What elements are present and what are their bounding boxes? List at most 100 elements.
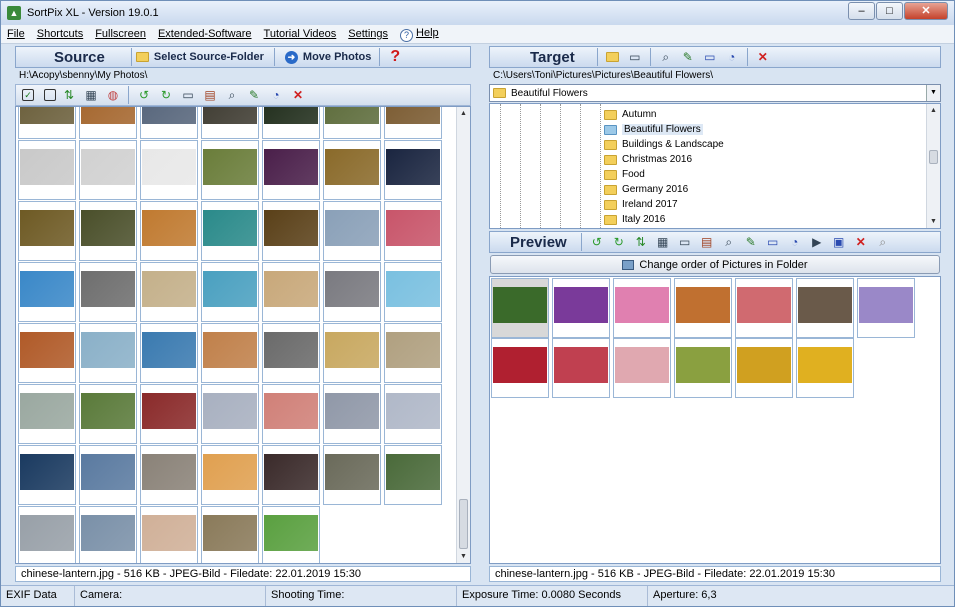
properties-icon[interactable]: ▤ — [201, 86, 219, 104]
uncheck-icon[interactable] — [44, 89, 56, 101]
rotate-left-icon[interactable]: ↺ — [135, 86, 153, 104]
preview-thumbnail[interactable] — [674, 278, 732, 338]
menu-tutorial-videos[interactable]: Tutorial Videos — [258, 28, 343, 40]
source-thumbnail[interactable] — [18, 262, 76, 322]
source-thumbnail[interactable] — [262, 201, 320, 261]
source-thumbnail[interactable] — [323, 384, 381, 444]
delete-icon[interactable]: ✕ — [754, 48, 772, 66]
source-thumbnail[interactable] — [323, 445, 381, 505]
tree-item-folder[interactable]: Italy 2016 — [604, 212, 665, 227]
preview-thumbnail[interactable] — [613, 278, 671, 338]
source-thumbnail[interactable] — [201, 107, 259, 139]
source-thumbnail[interactable] — [140, 262, 198, 322]
minimize-button[interactable]: – — [848, 2, 875, 20]
source-thumbnail[interactable] — [262, 140, 320, 200]
grid-view-icon[interactable]: ▦ — [654, 233, 672, 251]
source-thumbnail[interactable] — [18, 140, 76, 200]
menu-help[interactable]: ? Help — [394, 27, 445, 42]
source-thumbnail[interactable] — [79, 384, 137, 444]
source-thumbnail[interactable] — [384, 445, 442, 505]
preview-thumbnail[interactable] — [552, 338, 610, 398]
preview-thumbnail[interactable] — [735, 278, 793, 338]
close-button[interactable]: ✕ — [904, 2, 948, 20]
edit-icon[interactable]: ✎ — [679, 48, 697, 66]
tree-item-folder[interactable]: Christmas 2016 — [604, 152, 692, 167]
source-thumbnail[interactable] — [384, 262, 442, 322]
rename-icon[interactable]: ▭ — [179, 86, 197, 104]
refresh-icon[interactable]: ◔ — [786, 233, 804, 251]
rotate-left-icon[interactable]: ↺ — [588, 233, 606, 251]
source-thumbnail[interactable] — [79, 323, 137, 383]
tree-item-folder[interactable]: Ireland 2017 — [604, 197, 678, 212]
menu-fullscreen[interactable]: Fullscreen — [89, 28, 152, 40]
source-thumbnail[interactable] — [140, 107, 198, 139]
menu-shortcuts[interactable]: Shortcuts — [31, 28, 89, 40]
source-thumbnail[interactable] — [79, 506, 137, 563]
preview-thumbnail[interactable] — [857, 278, 915, 338]
refresh-icon[interactable]: ◔ — [723, 48, 741, 66]
scroll-down-icon[interactable]: ▼ — [457, 550, 470, 563]
search-icon[interactable]: ⌕ — [720, 233, 738, 251]
monitor-icon[interactable]: ▭ — [764, 233, 782, 251]
monitor-icon[interactable]: ▣ — [830, 233, 848, 251]
source-thumbnail[interactable] — [323, 107, 381, 139]
source-thumbnail[interactable] — [384, 323, 442, 383]
scroll-thumb[interactable] — [459, 499, 468, 549]
delete-icon[interactable]: ✕ — [852, 233, 870, 251]
sort-icon[interactable]: ⇅ — [60, 86, 78, 104]
target-folder-combo[interactable]: Beautiful Flowers ▼ — [489, 84, 941, 102]
move-photos-button[interactable]: ➜ Move Photos — [284, 50, 371, 64]
search-icon[interactable]: ⌕ — [657, 48, 675, 66]
help-question-icon[interactable]: ? — [390, 48, 400, 66]
source-thumbnail[interactable] — [262, 506, 320, 563]
source-thumbnail[interactable] — [201, 140, 259, 200]
source-thumbnail[interactable] — [140, 506, 198, 563]
preview-thumbnail[interactable] — [552, 278, 610, 338]
menu-extended-software[interactable]: Extended-Software — [152, 28, 258, 40]
rotate-right-icon[interactable]: ↻ — [157, 86, 175, 104]
source-thumbnail[interactable] — [18, 445, 76, 505]
source-thumbnail[interactable] — [140, 201, 198, 261]
edit-icon[interactable]: ✎ — [245, 86, 263, 104]
source-thumbnail[interactable] — [201, 201, 259, 261]
edit-icon[interactable]: ✎ — [742, 233, 760, 251]
grid-view-icon[interactable]: ▦ — [82, 86, 100, 104]
delete-icon[interactable]: ✕ — [289, 86, 307, 104]
source-thumbnail[interactable] — [201, 262, 259, 322]
source-thumbnail[interactable] — [140, 445, 198, 505]
source-scrollbar[interactable]: ▲ ▼ — [456, 107, 470, 563]
source-thumbnail[interactable] — [79, 262, 137, 322]
scroll-up-icon[interactable]: ▲ — [457, 107, 470, 120]
source-thumbnail[interactable] — [384, 140, 442, 200]
source-thumbnail[interactable] — [79, 201, 137, 261]
monitor-icon[interactable]: ▭ — [701, 48, 719, 66]
source-thumbnail[interactable] — [201, 506, 259, 563]
zoom-icon[interactable]: ⌕ — [874, 233, 892, 251]
tree-item-folder[interactable]: Food — [604, 167, 645, 182]
tree-item-folder[interactable]: Beautiful Flowers — [604, 122, 703, 137]
slideshow-icon[interactable]: ▶ — [808, 233, 826, 251]
search-icon[interactable]: ⌕ — [223, 86, 241, 104]
properties-icon[interactable]: ▤ — [698, 233, 716, 251]
source-thumbnail[interactable] — [79, 107, 137, 139]
source-thumbnail[interactable] — [384, 107, 442, 139]
check-all-icon[interactable]: ✓ — [22, 89, 34, 101]
source-thumbnail[interactable] — [384, 201, 442, 261]
globe-icon[interactable]: ◍ — [104, 86, 122, 104]
sort-icon[interactable]: ⇅ — [632, 233, 650, 251]
source-thumbnail[interactable] — [18, 506, 76, 563]
scroll-thumb[interactable] — [929, 150, 938, 164]
source-thumbnail[interactable] — [323, 140, 381, 200]
tree-item-folder[interactable]: Autumn — [604, 107, 656, 122]
source-thumbnail[interactable] — [262, 384, 320, 444]
source-thumbnail[interactable] — [323, 323, 381, 383]
source-thumbnail[interactable] — [262, 445, 320, 505]
tree-scrollbar[interactable]: ▲ ▼ — [926, 104, 940, 228]
source-thumbnail[interactable] — [323, 262, 381, 322]
source-thumbnail[interactable] — [79, 445, 137, 505]
preview-thumbnail[interactable] — [674, 338, 732, 398]
chevron-down-icon[interactable]: ▼ — [926, 85, 940, 101]
source-thumbnail[interactable] — [201, 384, 259, 444]
tree-item-folder[interactable]: Germany 2016 — [604, 182, 688, 197]
preview-thumbnail[interactable] — [796, 338, 854, 398]
